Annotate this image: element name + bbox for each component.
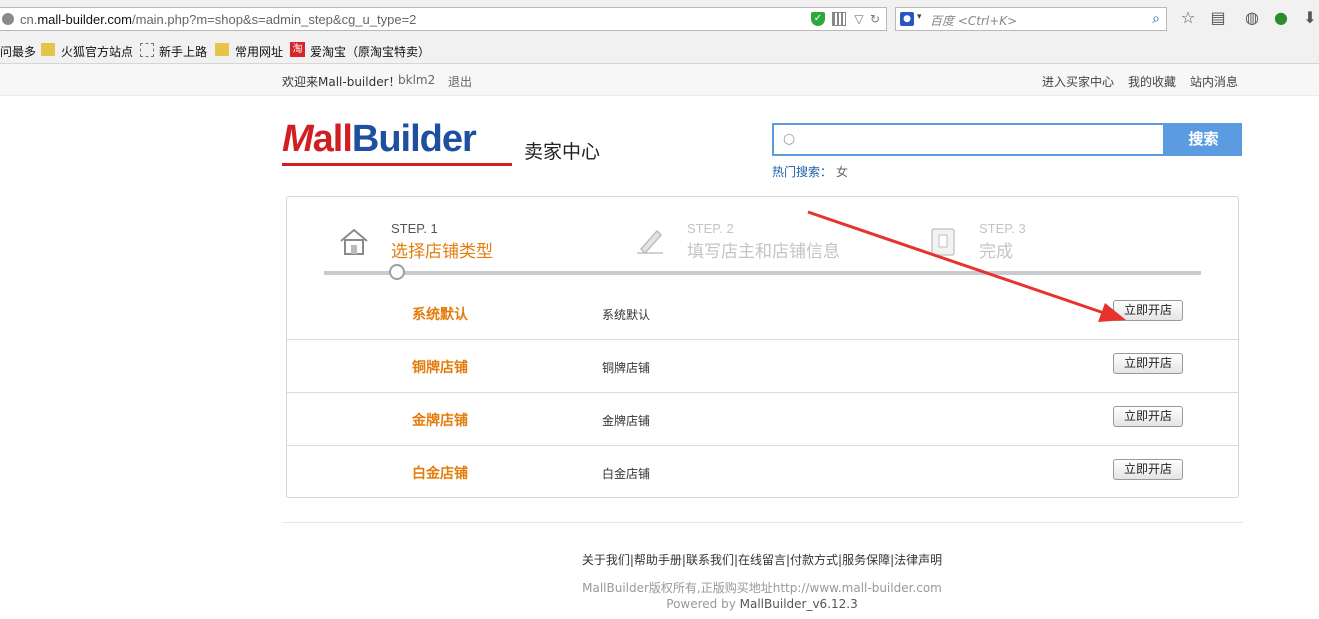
globe-icon — [2, 13, 14, 25]
browser-search-placeholder: 百度 <Ctrl+K> — [930, 14, 1018, 28]
page-icon — [140, 43, 154, 57]
shop-type-row: 系统默认 系统默认 立即开店 — [287, 287, 1238, 340]
browser-toolbar: cn.mall-builder.com/main.php?m=shop&s=ad… — [0, 0, 1319, 38]
open-shop-button[interactable]: 立即开店 — [1113, 406, 1183, 427]
mallbuilder-logo[interactable]: MallBuilder — [282, 118, 514, 168]
shop-type-row: 金牌店铺 金牌店铺 立即开店 — [287, 393, 1238, 446]
shop-type-desc: 系统默认 — [602, 308, 651, 322]
address-bar[interactable]: cn.mall-builder.com/main.php?m=shop&s=ad… — [0, 7, 887, 31]
site-search: ○ 搜索 — [772, 123, 1242, 156]
url-text[interactable]: cn.mall-builder.com/main.php?m=shop&s=ad… — [20, 12, 416, 27]
extension-icon[interactable]: ● — [1272, 9, 1290, 27]
buyer-center-link[interactable]: 进入买家中心 — [1042, 73, 1114, 90]
dropdown-arrow-icon[interactable]: ▽ — [852, 12, 866, 26]
edit-form-icon — [637, 229, 663, 255]
logout-link[interactable]: 退出 — [448, 73, 472, 90]
username-link[interactable]: bklm2 — [398, 73, 435, 87]
search-icon[interactable]: ⌕ — [1152, 11, 1160, 27]
shop-type-desc: 金牌店铺 — [602, 414, 651, 428]
step-progress-marker — [389, 264, 405, 280]
open-shop-panel: STEP. 1 选择店铺类型 STEP. 2 填写店主和店铺信息 STEP. 3… — [286, 196, 1239, 498]
shop-type-row: 白金店铺 白金店铺 立即开店 — [287, 446, 1238, 499]
shop-icon — [340, 228, 368, 255]
site-topbar: 欢迎来Mall-builder！ bklm2 退出 进入买家中心 我的收藏 站内… — [0, 64, 1319, 96]
shield-icon[interactable]: ✓ — [811, 12, 825, 26]
step-progress-bar — [324, 271, 1201, 275]
folder-icon — [41, 43, 55, 56]
hot-searches: 热门搜索：女 — [772, 163, 848, 180]
search-input[interactable]: ○ — [772, 123, 1165, 156]
footer-divider — [282, 522, 1243, 523]
welcome-text: 欢迎来Mall-builder！ — [282, 75, 401, 89]
search-icon: ○ — [783, 131, 796, 147]
complete-icon — [931, 228, 955, 256]
footer-copyright: MallBuilder版权所有,正版购买地址http://www.mall-bu… — [582, 581, 942, 595]
bookmark-item[interactable]: 爱淘宝（原淘宝特卖） — [310, 43, 430, 60]
footer-powered-by: Powered by MallBuilder_v6.12.3 — [666, 597, 858, 611]
step-name: 填写店主和店铺信息 — [687, 242, 840, 262]
palette-icon[interactable]: ◍ — [1243, 9, 1261, 27]
taobao-icon: 淘 — [290, 42, 305, 57]
engine-dropdown-icon[interactable]: ▾ — [917, 12, 922, 22]
download-icon[interactable]: ⬇ — [1301, 9, 1319, 27]
page-title: 卖家中心 — [524, 141, 601, 163]
shop-type-name: 金牌店铺 — [412, 413, 468, 429]
shop-type-desc: 白金店铺 — [602, 467, 651, 481]
shop-type-name: 白金店铺 — [412, 466, 468, 482]
baidu-paw-icon[interactable]: ● — [900, 12, 914, 26]
step-number: STEP. 1 — [391, 221, 438, 236]
shop-type-name: 铜牌店铺 — [412, 360, 468, 376]
shop-type-name: 系统默认 — [412, 307, 468, 323]
reload-icon[interactable]: ↻ — [868, 12, 882, 26]
bookmarks-bar: 问最多 火狐官方站点 新手上路 常用网址 淘 爱淘宝（原淘宝特卖） — [0, 38, 1319, 64]
messages-link[interactable]: 站内消息 — [1190, 73, 1238, 90]
footer-links[interactable]: 关于我们|帮助手册|联系我们|在线留言|付款方式|服务保障|法律声明 — [0, 551, 1319, 568]
step-number: STEP. 2 — [687, 221, 734, 236]
bookmark-item[interactable]: 新手上路 — [159, 43, 207, 60]
search-button[interactable]: 搜索 — [1165, 123, 1242, 156]
shop-type-row: 铜牌店铺 铜牌店铺 立即开店 — [287, 340, 1238, 393]
step-number: STEP. 3 — [979, 221, 1026, 236]
step-name: 完成 — [979, 242, 1013, 262]
shop-type-desc: 铜牌店铺 — [602, 361, 651, 375]
hot-search-label: 热门搜索： — [772, 165, 833, 179]
bookmark-item[interactable]: 常用网址 — [235, 43, 283, 60]
bookmark-star-icon[interactable]: ☆ — [1179, 9, 1197, 27]
step-name: 选择店铺类型 — [391, 242, 493, 262]
qr-code-icon[interactable] — [832, 12, 846, 26]
favorites-link[interactable]: 我的收藏 — [1128, 73, 1176, 90]
open-shop-button[interactable]: 立即开店 — [1113, 300, 1183, 321]
folder-icon — [215, 43, 229, 56]
open-shop-button[interactable]: 立即开店 — [1113, 459, 1183, 480]
open-shop-button[interactable]: 立即开店 — [1113, 353, 1183, 374]
reading-list-icon[interactable]: ▤ — [1209, 9, 1227, 27]
hot-search-word[interactable]: 女 — [836, 165, 848, 179]
browser-search-box[interactable]: ● ▾ 百度 <Ctrl+K> ⌕ — [895, 7, 1167, 31]
bookmark-item[interactable]: 问最多 — [0, 43, 36, 60]
bookmark-item[interactable]: 火狐官方站点 — [61, 43, 133, 60]
